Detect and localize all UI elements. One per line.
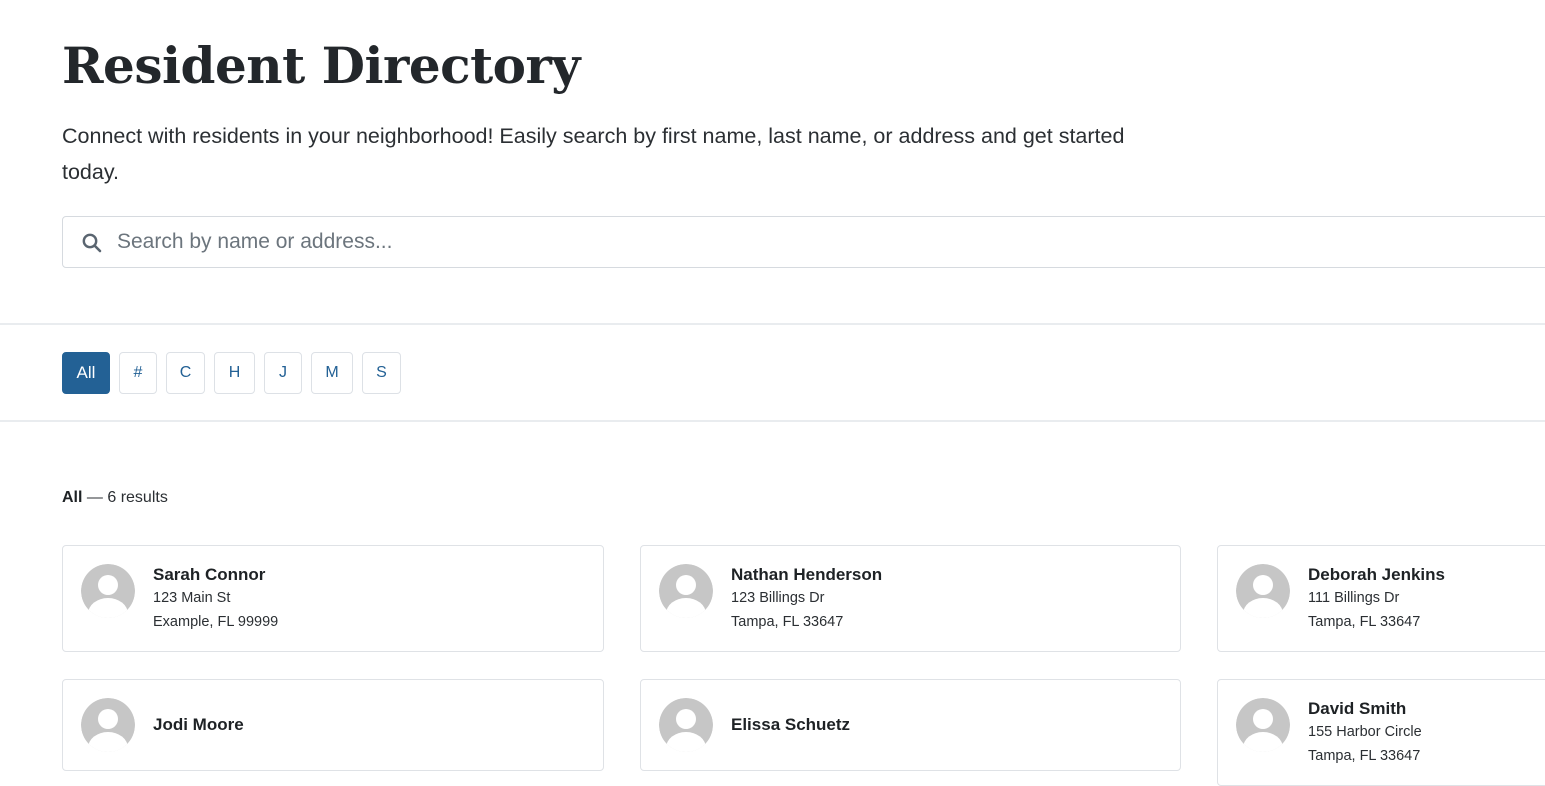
resident-address-line1: 123 Billings Dr (731, 590, 825, 606)
results-count: 6 results (107, 489, 168, 506)
resident-card[interactable]: Nathan Henderson 123 Billings Dr Tampa, … (640, 545, 1181, 652)
avatar-placeholder-icon (81, 698, 135, 752)
resident-address-line1: 111 Billings Dr (1308, 590, 1400, 606)
divider (0, 323, 1545, 325)
resident-name: Jodi Moore (153, 715, 244, 734)
resident-card[interactable]: Jodi Moore (62, 679, 604, 771)
avatar-placeholder-icon (1236, 564, 1290, 618)
resident-address-line2: Example, FL 99999 (153, 614, 279, 630)
filter-all-button[interactable]: All (62, 352, 110, 394)
resident-address-line1: 155 Harbor Circle (1308, 724, 1422, 740)
search-box[interactable] (62, 216, 1545, 268)
avatar-placeholder-icon (81, 564, 135, 618)
resident-address-line2: Tampa, FL 33647 (731, 614, 844, 630)
resident-card[interactable]: David Smith 155 Harbor Circle Tampa, FL … (1217, 679, 1545, 786)
resident-name: Deborah Jenkins (1308, 565, 1445, 584)
resident-address-line2: Tampa, FL 33647 (1308, 614, 1421, 630)
avatar-placeholder-icon (659, 564, 713, 618)
resident-card[interactable]: Deborah Jenkins 111 Billings Dr Tampa, F… (1217, 545, 1545, 652)
filter-s-button[interactable]: S (362, 352, 401, 394)
filter-m-button[interactable]: M (311, 352, 353, 394)
results-separator: — (82, 489, 108, 506)
resident-name: David Smith (1308, 699, 1407, 718)
page-description: Connect with residents in your neighborh… (62, 124, 1125, 184)
avatar-placeholder-icon (1236, 698, 1290, 752)
resident-address-line2: Tampa, FL 33647 (1308, 748, 1421, 764)
resident-card[interactable]: Elissa Schuetz (640, 679, 1181, 771)
filter-h-button[interactable]: H (214, 352, 255, 394)
resident-name: Elissa Schuetz (731, 715, 851, 734)
search-icon (81, 232, 103, 254)
filter-j-button[interactable]: J (264, 352, 302, 394)
resident-name: Sarah Connor (153, 565, 266, 584)
avatar-placeholder-icon (659, 698, 713, 752)
search-input[interactable] (117, 217, 1517, 267)
page-title: Resident Directory (62, 36, 580, 95)
results-heading: All — 6 results (62, 487, 168, 509)
divider (0, 420, 1545, 422)
resident-card[interactable]: Sarah Connor 123 Main St Example, FL 999… (62, 545, 604, 652)
resident-name: Nathan Henderson (731, 565, 883, 584)
filter-c-button[interactable]: C (166, 352, 205, 394)
filter-hash-button[interactable]: # (119, 352, 157, 394)
resident-address-line1: 123 Main St (153, 590, 231, 606)
results-filter-label: All (62, 489, 83, 506)
